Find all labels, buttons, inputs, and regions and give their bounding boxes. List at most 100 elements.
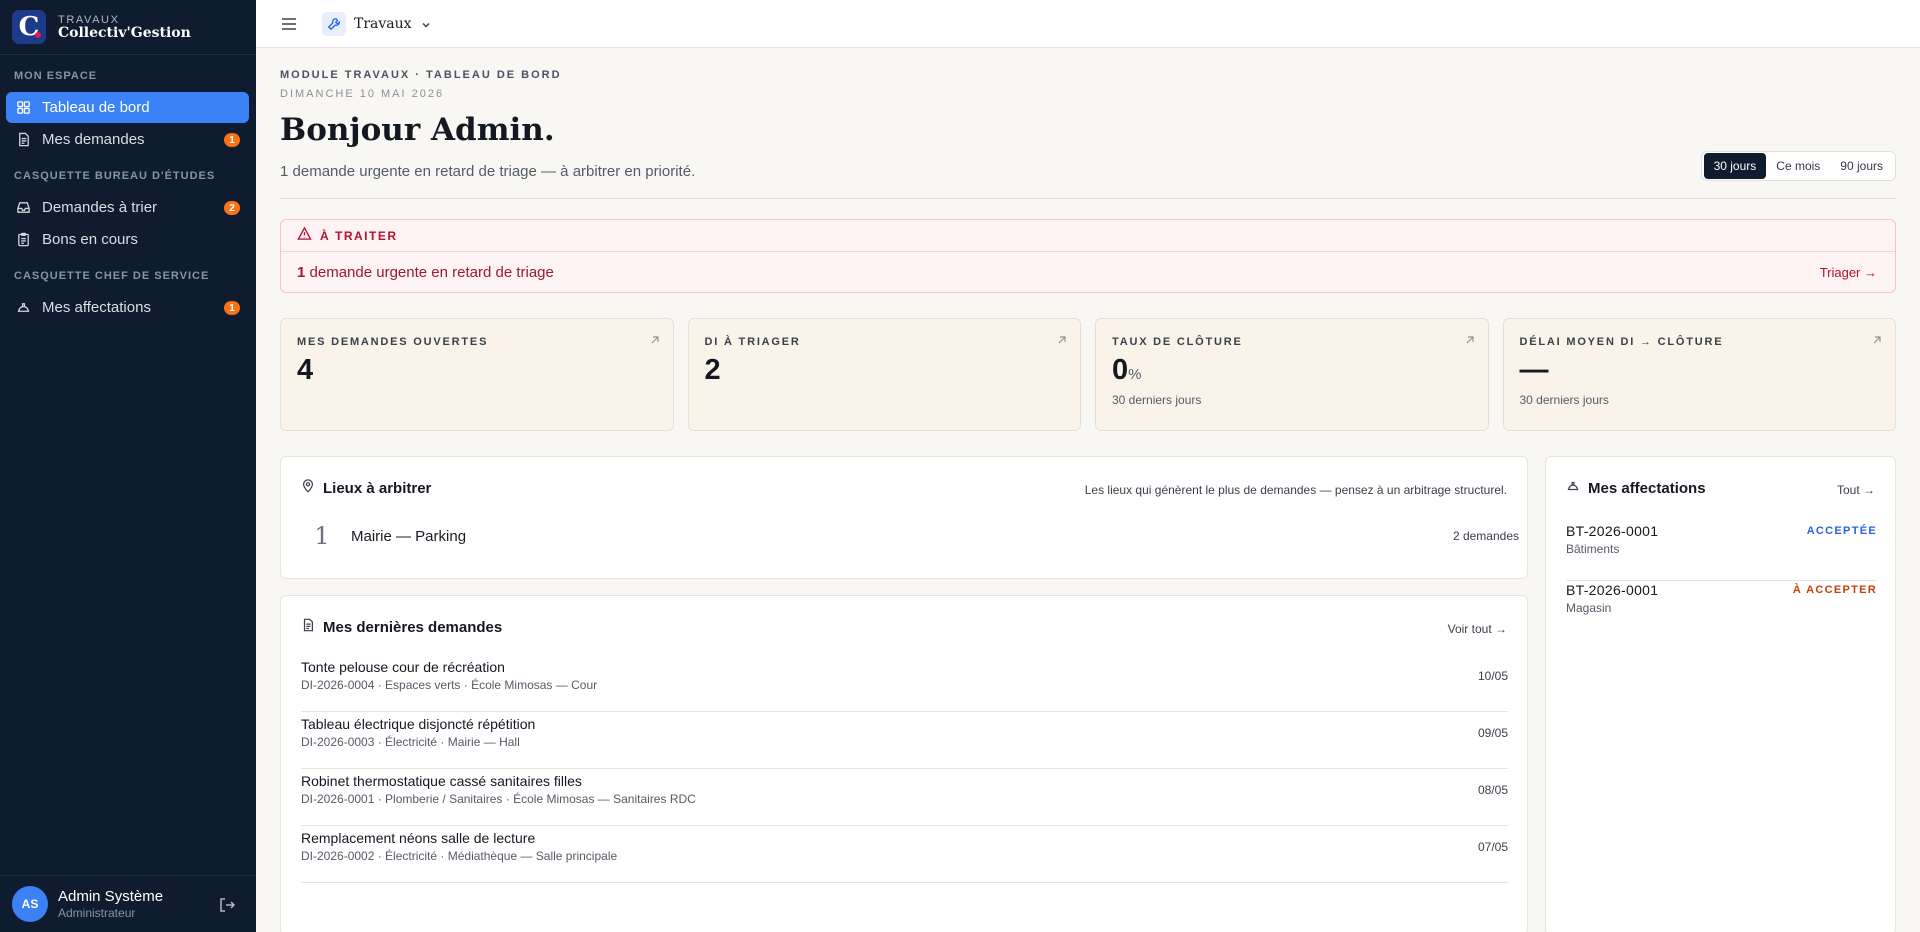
clipboard-icon (15, 232, 31, 248)
card-mes-affectations: Mes affectations Tout → BT-2026-0001 Bât… (1545, 456, 1896, 932)
status-badge: À ACCEPTER (1792, 584, 1877, 596)
sidebar-item-label: Mes demandes (42, 131, 145, 148)
arrow-up-right-icon (649, 333, 661, 345)
section-title-bureau-etudes: CASQUETTE BUREAU D'ÉTUDES (14, 170, 216, 182)
section-title-mon-espace: MON ESPACE (14, 70, 98, 82)
demande-meta: DI-2026-0004 · Espaces verts · École Mim… (301, 678, 598, 692)
kpi-card-taux-cloture[interactable]: TAUX DE CLÔTURE 0% 30 derniers jours (1095, 318, 1489, 431)
triager-link[interactable]: Triager → (1820, 265, 1877, 280)
alert-message: 1 demande urgente en retard de triage (297, 263, 554, 281)
sidebar-item-tableau-de-bord[interactable]: Tableau de bord (6, 92, 249, 123)
module-name: Travaux (354, 15, 412, 32)
demande-title: Tonte pelouse cour de récréation (301, 659, 505, 675)
wrench-icon (322, 11, 346, 36)
affectation-dept: Magasin (1566, 601, 1612, 615)
table-row[interactable]: Robinet thermostatique cassé sanitaires … (301, 769, 1508, 826)
table-row[interactable]: Remplacement néons salle de lecture DI-2… (301, 826, 1508, 883)
sidebar-item-demandes-a-trier[interactable]: Demandes à trier 2 (6, 192, 249, 223)
page-subtitle: 1 demande urgente en retard de triage — … (280, 163, 696, 180)
kpi-card-mes-demandes[interactable]: MES DEMANDES OUVERTES 4 (280, 318, 674, 431)
page-eyebrow: MODULE TRAVAUX · TABLEAU DE BORD (280, 69, 562, 81)
card-title: Mes affectations (1566, 479, 1706, 497)
document-icon (301, 618, 323, 636)
map-pin-icon (301, 479, 323, 497)
kpi-card-delai-moyen[interactable]: DÉLAI MOYEN DI → CLÔTURE — 30 derniers j… (1502, 318, 1896, 431)
kpi-card-di-a-trier[interactable]: DI À TRIAGER 2 (687, 318, 1081, 431)
avatar[interactable]: AS (12, 886, 48, 922)
kpi-value: — (1519, 354, 1549, 386)
chevron-down-icon (420, 18, 432, 30)
kpi-subtext: 30 derniers jours (1112, 393, 1202, 407)
affectation-id: BT-2026-0001 (1566, 523, 1659, 539)
section-title-chef-de-service: CASQUETTE CHEF DE SERVICE (14, 270, 210, 282)
demande-title: Robinet thermostatique cassé sanitaires … (301, 773, 582, 789)
period-90-jours[interactable]: 90 jours (1830, 153, 1893, 179)
list-item[interactable]: BT-2026-0001 Bâtiments ACCEPTÉE (1566, 523, 1877, 581)
user-profile: AS Admin Système Administrateur (0, 875, 256, 932)
alert-title: À TRAITER (320, 228, 398, 243)
card-lieux-a-arbitrer: Lieux à arbitrer Les lieux qui génèrent … (280, 456, 1528, 579)
sidebar: C TRAVAUX Collectiv'Gestion MON ESPACE T… (0, 0, 256, 932)
user-name: Admin Système (58, 888, 164, 905)
menu-icon[interactable] (280, 15, 298, 33)
list-item[interactable]: 1 Mairie — Parking 2 demandes (301, 517, 1527, 555)
sidebar-item-mes-demandes[interactable]: Mes demandes 1 (6, 124, 249, 155)
sidebar-item-label: Bons en cours (42, 231, 138, 248)
card-title: Lieux à arbitrer (301, 479, 431, 497)
arrow-up-right-icon (1056, 333, 1068, 345)
user-role: Administrateur (58, 906, 136, 920)
kpi-label: DÉLAI MOYEN DI → CLÔTURE (1519, 336, 1724, 348)
table-row[interactable]: Tableau électrique disjoncté répétition … (301, 712, 1508, 769)
arrow-up-right-icon (1871, 333, 1883, 345)
sidebar-item-mes-affectations[interactable]: Mes affectations 1 (6, 292, 249, 323)
card-title: Mes dernières demandes (301, 618, 502, 636)
kpi-value: 2 (704, 354, 721, 386)
voir-tout-link[interactable]: Voir tout → (1448, 622, 1507, 636)
demande-meta: DI-2026-0001 · Plomberie / Sanitaires · … (301, 792, 696, 806)
affectation-dept: Bâtiments (1566, 542, 1620, 556)
kpi-value: 4 (297, 354, 314, 386)
demande-title: Tableau électrique disjoncté répétition (301, 716, 536, 732)
demande-title: Remplacement néons salle de lecture (301, 830, 536, 846)
brand-logo: C (12, 10, 46, 44)
count-badge: 1 (224, 133, 240, 147)
lieu-count: 2 demandes (1452, 529, 1519, 543)
module-switcher[interactable]: Travaux (322, 11, 432, 36)
document-icon (15, 132, 31, 148)
demande-meta: DI-2026-0003 · Électricité · Mairie — Ha… (301, 735, 520, 749)
period-30-jours[interactable]: 30 jours (1703, 153, 1767, 179)
warning-icon (297, 225, 312, 246)
grid-icon (15, 100, 31, 116)
arrow-up-right-icon (1464, 333, 1476, 345)
kpi-subtext: 30 derniers jours (1519, 393, 1609, 407)
kpi-label: TAUX DE CLÔTURE (1112, 336, 1243, 348)
card-dernieres-demandes: Mes dernières demandes Voir tout → Tonte… (280, 595, 1528, 932)
lieu-rank: 1 (314, 522, 330, 550)
brand[interactable]: C TRAVAUX Collectiv'Gestion (0, 0, 256, 55)
tout-link[interactable]: Tout → (1837, 483, 1875, 497)
demande-date: 08/05 (1477, 783, 1508, 797)
count-badge: 2 (224, 201, 240, 215)
kpi-label: DI À TRIAGER (704, 336, 801, 348)
table-row[interactable]: Tonte pelouse cour de récréation DI-2026… (301, 655, 1508, 712)
sidebar-item-bons-en-cours[interactable]: Bons en cours (6, 224, 249, 255)
topbar: Travaux (256, 0, 1920, 48)
list-item[interactable]: BT-2026-0001 Magasin À ACCEPTER (1566, 582, 1877, 640)
lieu-name: Mairie — Parking (351, 527, 467, 545)
sidebar-item-label: Demandes à trier (42, 199, 158, 216)
demande-date: 10/05 (1477, 669, 1508, 683)
kpi-value: 0% (1112, 354, 1142, 386)
inbox-icon (15, 200, 31, 216)
period-selector: 30 jours Ce mois 90 jours (1700, 151, 1896, 181)
affectation-id: BT-2026-0001 (1566, 582, 1659, 598)
brand-name: Collectiv'Gestion (58, 24, 191, 41)
demande-meta: DI-2026-0002 · Électricité · Médiathèque… (301, 849, 618, 863)
kpi-row: MES DEMANDES OUVERTES 4 DI À TRIAGER 2 T… (280, 318, 1896, 431)
page-date: DIMANCHE 10 MAI 2026 (280, 88, 445, 100)
logout-icon[interactable] (218, 896, 236, 914)
period-ce-mois[interactable]: Ce mois (1766, 153, 1830, 179)
demande-date: 09/05 (1477, 726, 1508, 740)
hardhat-icon (15, 300, 31, 316)
count-badge: 1 (224, 301, 240, 315)
sidebar-item-label: Tableau de bord (42, 99, 150, 116)
